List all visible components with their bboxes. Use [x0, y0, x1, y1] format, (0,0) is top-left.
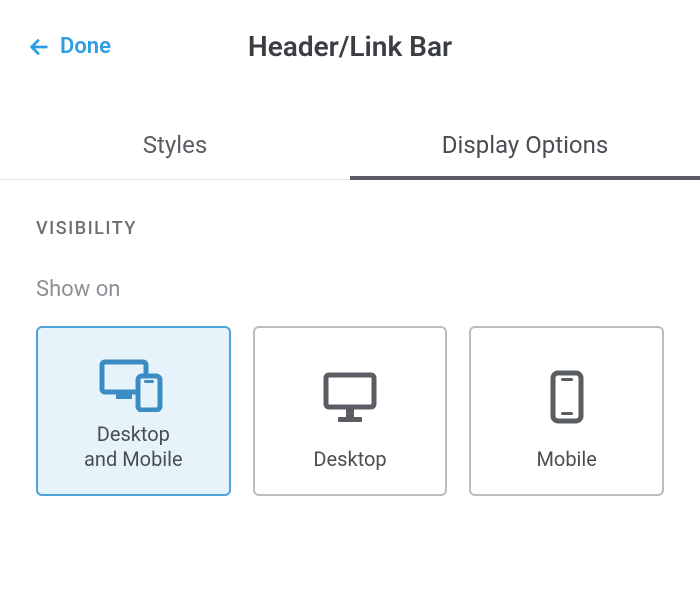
option-desktop[interactable]: Desktop [253, 326, 448, 496]
show-on-label: Show on [36, 277, 664, 302]
mobile-icon [545, 356, 589, 437]
panel-header: Done Header/Link Bar [0, 0, 700, 87]
visibility-section: VISIBILITY Show on Desktop and Mobile [0, 180, 700, 496]
arrow-left-icon [28, 36, 50, 58]
option-label: Mobile [536, 447, 596, 472]
desktop-mobile-icon [98, 356, 168, 412]
desktop-icon [320, 356, 380, 437]
section-heading: VISIBILITY [36, 218, 664, 239]
done-button[interactable]: Done [28, 34, 111, 59]
visibility-options: Desktop and Mobile Desktop Mobile [36, 326, 664, 496]
tab-label: Styles [143, 131, 207, 159]
page-title: Header/Link Bar [28, 30, 672, 63]
tab-label: Display Options [442, 131, 608, 159]
tab-styles[interactable]: Styles [0, 113, 350, 179]
tab-display-options[interactable]: Display Options [350, 113, 700, 179]
option-label: Desktop [313, 447, 386, 472]
option-mobile[interactable]: Mobile [469, 326, 664, 496]
tab-bar: Styles Display Options [0, 113, 700, 180]
option-desktop-and-mobile[interactable]: Desktop and Mobile [36, 326, 231, 496]
done-label: Done [60, 34, 111, 59]
option-label: Desktop and Mobile [84, 422, 183, 472]
